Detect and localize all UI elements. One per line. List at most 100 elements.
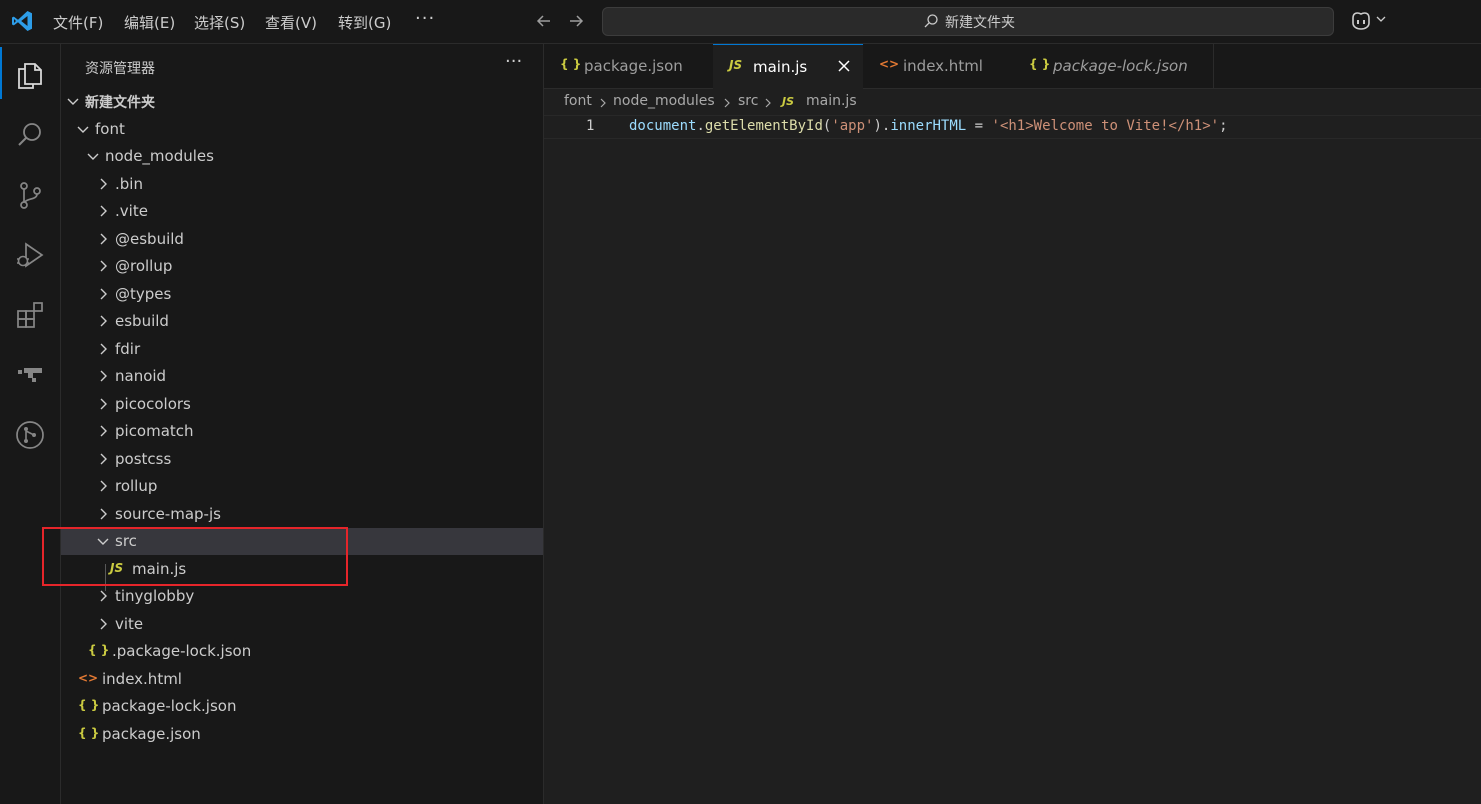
activity-run-debug[interactable]	[0, 227, 60, 279]
code-text[interactable]: document.getElementById('app').innerHTML…	[629, 118, 1228, 134]
tree-item-label: esbuild	[115, 312, 169, 330]
tree-item-label: rollup	[115, 477, 158, 495]
activity-extensions[interactable]	[0, 287, 60, 339]
tree-item-label: vite	[115, 614, 144, 633]
tab-package-lock-json[interactable]: { } package-lock.json	[1013, 44, 1214, 88]
tree-item-label: @rollup	[115, 257, 173, 275]
chevron-right-icon	[100, 590, 107, 602]
js-file-icon: JS	[729, 58, 743, 72]
back-button[interactable]	[533, 9, 555, 33]
search-text: 新建文件夹	[945, 15, 1015, 31]
tree-item-label: @esbuild	[115, 229, 184, 248]
activity-explorer[interactable]	[0, 47, 60, 99]
html-file-icon: <>	[879, 57, 900, 71]
command-center-search[interactable]: 新建文件夹	[602, 7, 1334, 36]
tree-item-label: package.json	[102, 724, 201, 743]
tree-item[interactable]: { } package.json	[61, 721, 543, 748]
tree-item[interactable]: picocolors	[61, 391, 543, 418]
chevron-right-icon	[100, 480, 107, 492]
chevron-down-icon	[77, 126, 89, 133]
tree-item[interactable]: .bin	[61, 171, 543, 198]
breadcrumb-item[interactable]: node_modules	[613, 93, 715, 109]
code-line[interactable]: 1 document.getElementById('app').innerHT…	[544, 115, 1481, 139]
tree-item[interactable]: 新建文件夹	[61, 88, 543, 115]
arrow-left-icon	[536, 15, 550, 27]
tab-package-json[interactable]: { } package.json	[544, 44, 714, 88]
menu-go[interactable]: 转到(G)	[338, 12, 391, 33]
chevron-down-icon[interactable]	[1375, 13, 1387, 25]
tree-item[interactable]: esbuild	[61, 308, 543, 335]
tree-item[interactable]: postcss	[61, 446, 543, 473]
tree-item-label: .vite	[115, 202, 148, 220]
git-graph-icon	[16, 421, 44, 449]
chevron-right-icon	[100, 370, 107, 382]
activity-search[interactable]	[0, 107, 60, 159]
tree-item[interactable]: <> index.html	[61, 666, 543, 693]
tree-item[interactable]: nanoid	[61, 363, 543, 390]
token-paren-close: )	[873, 118, 882, 134]
tab-main-js[interactable]: JS main.js	[713, 44, 864, 89]
json-file-icon: { }	[1029, 57, 1051, 71]
tree-item-label: node_modules	[105, 147, 214, 165]
source-control-icon	[20, 182, 41, 209]
menu-edit[interactable]: 编辑(E)	[124, 12, 175, 33]
explorer-sidebar: 资源管理器 ··· 新建文件夹 font node_modules .bin .vite…	[61, 44, 544, 804]
tree-item[interactable]: @rollup	[61, 253, 543, 280]
editor-tabs: { } package.json JS main.js <> index.html{ } p…	[544, 44, 1481, 89]
tab-label: package-lock.json	[1053, 57, 1188, 75]
tree-item[interactable]: .vite	[61, 198, 543, 225]
tree-item-label: .package-lock.json	[112, 642, 252, 660]
js-file-icon: JS	[782, 95, 795, 108]
search-icon	[924, 14, 938, 28]
tree-item-label: font	[95, 119, 125, 138]
tree-item[interactable]: rollup	[61, 473, 543, 500]
activity-git-graph[interactable]	[0, 407, 60, 459]
menu-more-button[interactable]: ···	[415, 8, 435, 29]
copilot-icon[interactable]	[1349, 9, 1373, 31]
tree-item-label: tinyglobby	[115, 587, 195, 605]
tree-item-label: postcss	[115, 449, 172, 468]
tree-item[interactable]: source-map-js	[61, 501, 543, 528]
token-semicolon: ;	[1219, 118, 1228, 134]
tree-item-label: nanoid	[115, 367, 167, 385]
tree-item-label: @types	[115, 284, 172, 303]
tree-item-label: index.html	[102, 669, 182, 688]
tab-index-html[interactable]: <> index.html	[863, 44, 1014, 88]
tree-item[interactable]: font	[61, 116, 543, 143]
remote-explorer-icon	[18, 368, 42, 382]
token-function: getElementById	[704, 118, 823, 134]
tree-item[interactable]: picomatch	[61, 418, 543, 445]
tree-item[interactable]: @esbuild	[61, 226, 543, 253]
tree-item-label: source-map-js	[115, 504, 221, 523]
tree-item[interactable]: node_modules	[61, 143, 543, 170]
tab-label: main.js	[753, 58, 808, 76]
tree-item[interactable]: { } .package-lock.json	[61, 638, 543, 665]
forward-button[interactable]	[565, 9, 587, 33]
title-bar: 文件(F) 编辑(E) 选择(S) 查看(V) 转到(G) ··· 新建文件夹	[0, 0, 1481, 44]
chevron-right-icon	[100, 343, 107, 354]
breadcrumb-item[interactable]: font	[564, 93, 592, 109]
chevron-right-icon	[100, 618, 107, 629]
tree-item[interactable]: @types	[61, 281, 543, 308]
menu-view[interactable]: 查看(V)	[265, 12, 317, 33]
token-property: innerHTML	[890, 118, 967, 134]
tree-item-label: picomatch	[115, 422, 194, 440]
chevron-down-icon	[67, 98, 79, 105]
explorer-more-button[interactable]: ···	[505, 51, 522, 72]
menu-selection[interactable]: 选择(S)	[194, 12, 245, 33]
tree-item[interactable]: fdir	[61, 336, 543, 363]
breadcrumb-item[interactable]: src	[738, 93, 758, 109]
tree-item-label: fdir	[115, 339, 141, 358]
menu-file[interactable]: 文件(F)	[53, 12, 103, 33]
activity-source-control[interactable]	[0, 167, 60, 219]
line-number: 1	[586, 118, 595, 134]
close-icon[interactable]	[837, 59, 851, 73]
breadcrumb-item[interactable]: main.js	[806, 93, 857, 109]
tree-item[interactable]: tinyglobby	[61, 583, 543, 610]
tree-item[interactable]: { } package-lock.json	[61, 693, 543, 720]
tree-item[interactable]: vite	[61, 611, 543, 638]
chevron-right-icon	[100, 260, 107, 272]
json-file-icon: { }	[560, 57, 582, 71]
activity-remote-explorer[interactable]	[0, 347, 60, 399]
html-file-icon: <>	[78, 670, 99, 685]
